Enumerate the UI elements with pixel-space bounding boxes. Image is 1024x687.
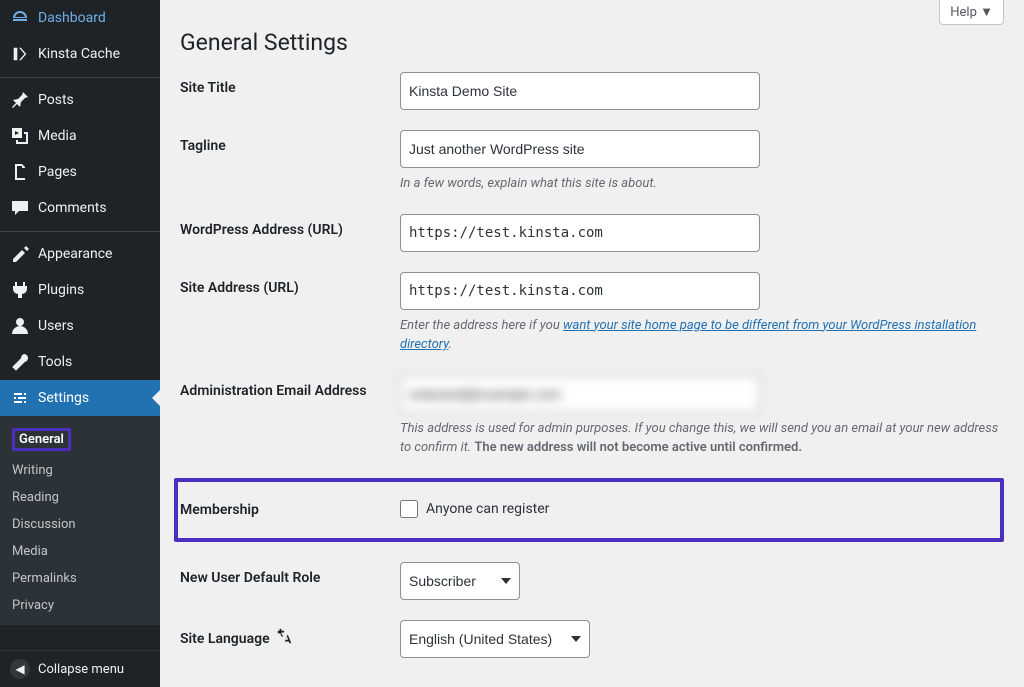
label-site-url: Site Address (URL)	[180, 272, 400, 304]
sidebar-label: Comments	[38, 200, 107, 216]
label-tagline: Tagline	[180, 130, 400, 162]
submenu-item-media[interactable]: Media	[0, 538, 160, 565]
select-default-role[interactable]: Subscriber	[400, 562, 520, 600]
desc-strong: The new address will not become active u…	[474, 440, 802, 455]
sidebar-label: Plugins	[38, 282, 84, 298]
sidebar-label: Media	[38, 128, 77, 144]
sidebar-label: Dashboard	[38, 10, 106, 26]
appearance-icon	[10, 244, 30, 264]
row-wp-url: WordPress Address (URL)	[180, 214, 1004, 252]
input-site-title[interactable]	[400, 72, 760, 110]
submenu-item-permalinks[interactable]: Permalinks	[0, 565, 160, 592]
sidebar-label: Pages	[38, 164, 77, 180]
label-site-language: Site Language	[180, 620, 400, 658]
sidebar-item-posts[interactable]: Posts	[0, 82, 160, 118]
comments-icon	[10, 198, 30, 218]
desc-text: .	[448, 337, 451, 352]
desc-site-url: Enter the address here if you want your …	[400, 316, 1000, 355]
sidebar-item-comments[interactable]: Comments	[0, 190, 160, 226]
row-site-language: Site Language English (United States)	[180, 620, 1004, 658]
checkbox-membership[interactable]	[400, 500, 418, 518]
input-wp-url[interactable]	[400, 214, 760, 252]
label-wp-url: WordPress Address (URL)	[180, 214, 400, 246]
sidebar-label: Settings	[38, 390, 89, 406]
sidebar-item-settings[interactable]: Settings	[0, 380, 160, 416]
select-site-language[interactable]: English (United States)	[400, 620, 590, 658]
input-tagline[interactable]	[400, 130, 760, 168]
sidebar-item-pages[interactable]: Pages	[0, 154, 160, 190]
label-site-title: Site Title	[180, 72, 400, 104]
sidebar-label: Appearance	[38, 246, 112, 262]
sidebar-item-dashboard[interactable]: Dashboard	[0, 0, 160, 36]
row-tagline: Tagline In a few words, explain what thi…	[180, 130, 1004, 194]
users-icon	[10, 316, 30, 336]
collapse-menu-button[interactable]: ◀ Collapse menu	[0, 650, 160, 687]
sidebar-label: Kinsta Cache	[38, 46, 120, 62]
row-admin-email: Administration Email Address This addres…	[180, 375, 1004, 458]
settings-icon	[10, 388, 30, 408]
label-default-role: New User Default Role	[180, 562, 400, 594]
desc-text: Enter the address here if you	[400, 318, 563, 333]
sidebar-item-kinsta-cache[interactable]: Kinsta Cache	[0, 36, 160, 72]
sidebar-label: Users	[38, 318, 74, 334]
collapse-icon: ◀	[10, 659, 30, 679]
submenu-item-reading[interactable]: Reading	[0, 484, 160, 511]
submenu-label: General	[12, 428, 71, 451]
media-icon	[10, 126, 30, 146]
input-admin-email[interactable]	[400, 375, 760, 413]
pushpin-icon	[10, 90, 30, 110]
submenu-item-general[interactable]: General	[0, 422, 160, 457]
label-text: Site Language	[180, 631, 270, 647]
desc-admin-email: This address is used for admin purposes.…	[400, 419, 1000, 458]
row-site-url: Site Address (URL) Enter the address her…	[180, 272, 1004, 355]
page-title: General Settings	[180, 20, 1004, 56]
dashboard-icon	[10, 8, 30, 28]
input-site-url[interactable]	[400, 272, 760, 310]
settings-submenu: General Writing Reading Discussion Media…	[0, 416, 160, 625]
row-default-role: New User Default Role Subscriber	[180, 562, 1004, 600]
settings-form: Site Title Tagline In a few words, expla…	[180, 72, 1004, 658]
submenu-item-privacy[interactable]: Privacy	[0, 592, 160, 619]
sidebar-item-tools[interactable]: Tools	[0, 344, 160, 380]
collapse-label: Collapse menu	[38, 662, 124, 677]
pages-icon	[10, 162, 30, 182]
submenu-item-writing[interactable]: Writing	[0, 457, 160, 484]
desc-tagline: In a few words, explain what this site i…	[400, 174, 1000, 194]
row-site-title: Site Title	[180, 72, 1004, 110]
label-membership: Membership	[180, 494, 400, 526]
kinsta-icon	[10, 44, 30, 64]
label-admin-email: Administration Email Address	[180, 375, 400, 407]
checkbox-label-membership[interactable]: Anyone can register	[426, 501, 549, 517]
admin-sidebar: Dashboard Kinsta Cache Posts Media Pages…	[0, 0, 160, 687]
sidebar-label: Tools	[38, 354, 72, 370]
sidebar-item-plugins[interactable]: Plugins	[0, 272, 160, 308]
submenu-item-discussion[interactable]: Discussion	[0, 511, 160, 538]
tools-icon	[10, 352, 30, 372]
help-tab[interactable]: Help ▼	[939, 0, 1004, 25]
sidebar-item-users[interactable]: Users	[0, 308, 160, 344]
translation-icon	[276, 628, 294, 650]
row-membership: Membership Anyone can register	[174, 478, 1004, 542]
sidebar-item-media[interactable]: Media	[0, 118, 160, 154]
main-content: Help ▼ General Settings Site Title Tagli…	[160, 0, 1024, 687]
plugins-icon	[10, 280, 30, 300]
sidebar-label: Posts	[38, 92, 74, 108]
sidebar-item-appearance[interactable]: Appearance	[0, 236, 160, 272]
